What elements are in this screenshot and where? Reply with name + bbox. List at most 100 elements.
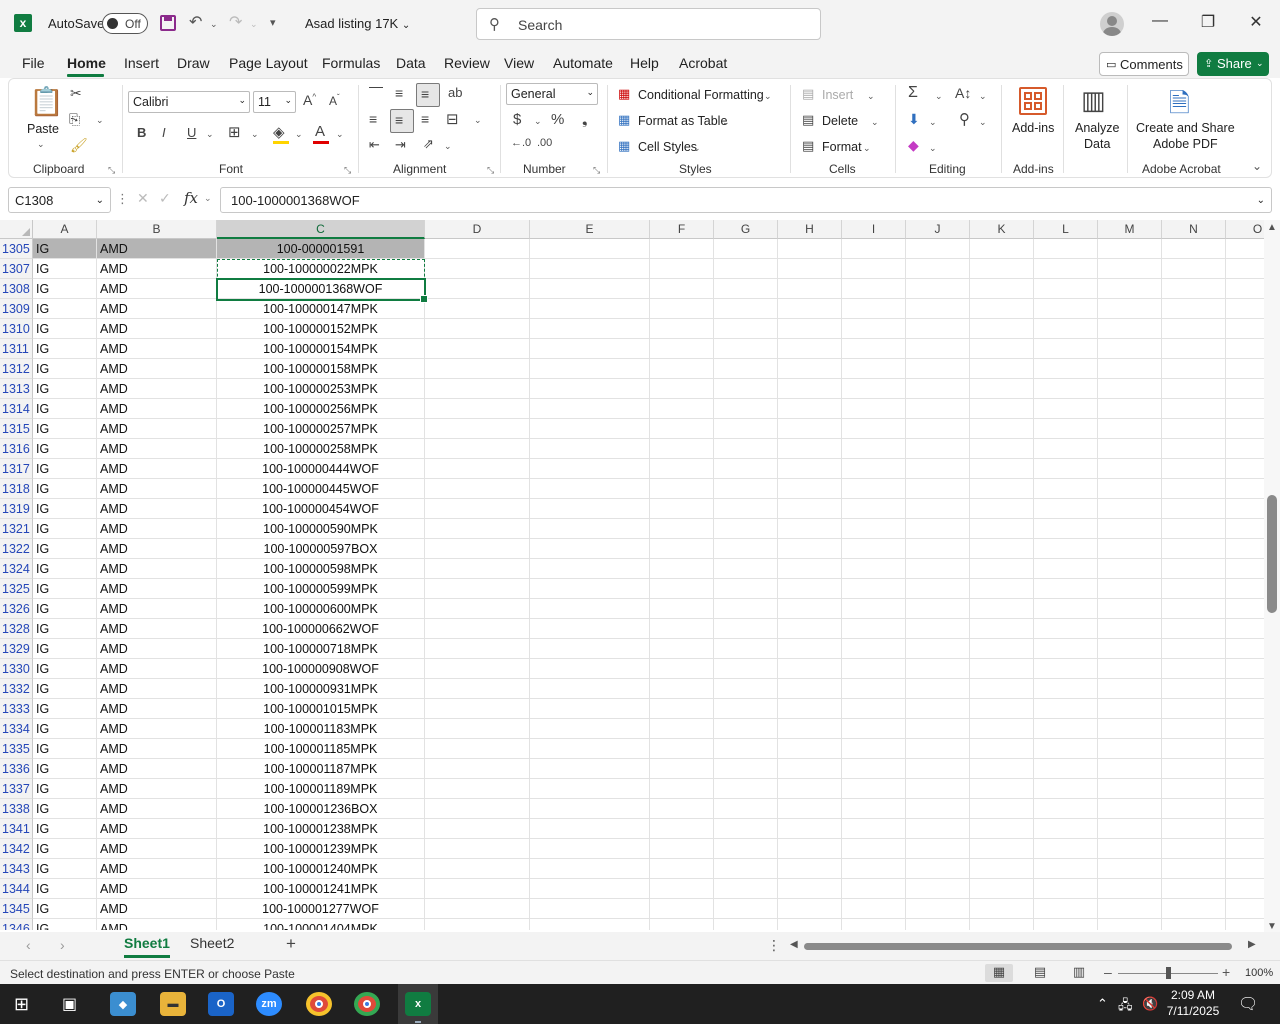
cell-l[interactable]: [1034, 739, 1098, 759]
cell-k[interactable]: [970, 619, 1034, 639]
cell-h[interactable]: [778, 619, 842, 639]
row-header[interactable]: 1332: [0, 679, 33, 699]
comments-button[interactable]: ▭ Comments: [1099, 52, 1189, 76]
cell-a[interactable]: IG: [33, 719, 97, 739]
cell-b[interactable]: AMD: [97, 599, 217, 619]
cell-e[interactable]: [530, 739, 650, 759]
cell-l[interactable]: [1034, 499, 1098, 519]
cell-a[interactable]: IG: [33, 399, 97, 419]
cell-o[interactable]: [1226, 419, 1264, 439]
cell-m[interactable]: [1098, 279, 1162, 299]
column-header-g[interactable]: G: [714, 220, 778, 239]
cell-c[interactable]: 100-100001241MPK: [217, 879, 425, 899]
cell-l[interactable]: [1034, 699, 1098, 719]
cell-n[interactable]: [1162, 239, 1226, 259]
cell-a[interactable]: IG: [33, 759, 97, 779]
cell-d[interactable]: [425, 459, 530, 479]
cell-f[interactable]: [650, 479, 714, 499]
cell-k[interactable]: [970, 839, 1034, 859]
cell-g[interactable]: [714, 279, 778, 299]
cell-j[interactable]: [906, 859, 970, 879]
cell-n[interactable]: [1162, 579, 1226, 599]
cell-e[interactable]: [530, 899, 650, 919]
format-as-table-label[interactable]: Format as Table: [638, 114, 727, 128]
cell-g[interactable]: [714, 799, 778, 819]
cell-o[interactable]: [1226, 659, 1264, 679]
cell-j[interactable]: [906, 919, 970, 930]
cell-e[interactable]: [530, 579, 650, 599]
cell-j[interactable]: [906, 539, 970, 559]
cell-c[interactable]: 100-100000454WOF: [217, 499, 425, 519]
cell-h[interactable]: [778, 639, 842, 659]
cell-j[interactable]: [906, 879, 970, 899]
paste-icon[interactable]: 📋: [29, 85, 64, 118]
cell-b[interactable]: AMD: [97, 679, 217, 699]
currency-dropdown-icon[interactable]: ⌄: [534, 116, 542, 127]
create-pdf-label-1[interactable]: Create and Share: [1136, 121, 1235, 135]
cell-k[interactable]: [970, 679, 1034, 699]
cell-m[interactable]: [1098, 819, 1162, 839]
cell-f[interactable]: [650, 759, 714, 779]
cell-f[interactable]: [650, 919, 714, 930]
function-dropdown-icon[interactable]: ⌄: [204, 193, 212, 204]
tab-view[interactable]: View: [504, 55, 534, 71]
vertical-scroll-thumb[interactable]: [1267, 495, 1277, 613]
vertical-scrollbar[interactable]: ▲ ▼: [1264, 220, 1280, 932]
fill-icon[interactable]: ⬇: [908, 111, 920, 128]
cell-d[interactable]: [425, 519, 530, 539]
cell-e[interactable]: [530, 859, 650, 879]
cell-b[interactable]: AMD: [97, 359, 217, 379]
cell-k[interactable]: [970, 599, 1034, 619]
cell-j[interactable]: [906, 739, 970, 759]
cell-g[interactable]: [714, 539, 778, 559]
cell-b[interactable]: AMD: [97, 839, 217, 859]
scroll-right-icon[interactable]: ▶: [1248, 939, 1256, 950]
cell-a[interactable]: IG: [33, 279, 97, 299]
cell-e[interactable]: [530, 259, 650, 279]
cell-k[interactable]: [970, 519, 1034, 539]
cell-d[interactable]: [425, 259, 530, 279]
cell-n[interactable]: [1162, 739, 1226, 759]
cell-j[interactable]: [906, 299, 970, 319]
orientation-icon[interactable]: ab: [448, 85, 462, 100]
share-button[interactable]: ⇪ Share ⌄: [1197, 52, 1269, 76]
cell-c[interactable]: 100-100001015MPK: [217, 699, 425, 719]
cell-a[interactable]: IG: [33, 499, 97, 519]
cell-h[interactable]: [778, 339, 842, 359]
currency-icon[interactable]: $: [513, 111, 521, 128]
row-header[interactable]: 1344: [0, 879, 33, 899]
cell-h[interactable]: [778, 439, 842, 459]
cell-i[interactable]: [842, 839, 906, 859]
cell-n[interactable]: [1162, 759, 1226, 779]
cell-h[interactable]: [778, 239, 842, 259]
cell-m[interactable]: [1098, 779, 1162, 799]
document-title[interactable]: Asad listing 17K ⌄: [305, 16, 410, 31]
cell-j[interactable]: [906, 619, 970, 639]
cell-l[interactable]: [1034, 679, 1098, 699]
cell-d[interactable]: [425, 399, 530, 419]
cell-e[interactable]: [530, 519, 650, 539]
cell-b[interactable]: AMD: [97, 739, 217, 759]
paste-label[interactable]: Paste: [27, 122, 59, 136]
cell-b[interactable]: AMD: [97, 759, 217, 779]
cell-o[interactable]: [1226, 699, 1264, 719]
row-header[interactable]: 1337: [0, 779, 33, 799]
chrome-profile-icon[interactable]: [354, 992, 380, 1016]
sheet-tab-sheet1[interactable]: Sheet1: [124, 935, 170, 958]
cell-k[interactable]: [970, 339, 1034, 359]
cell-c[interactable]: 100-100000599MPK: [217, 579, 425, 599]
cell-j[interactable]: [906, 599, 970, 619]
cell-n[interactable]: [1162, 879, 1226, 899]
cell-d[interactable]: [425, 599, 530, 619]
cell-j[interactable]: [906, 319, 970, 339]
cell-k[interactable]: [970, 459, 1034, 479]
cell-i[interactable]: [842, 339, 906, 359]
cell-j[interactable]: [906, 679, 970, 699]
cell-f[interactable]: [650, 879, 714, 899]
row-header[interactable]: 1308: [0, 279, 33, 299]
scroll-up-icon[interactable]: ▲: [1267, 222, 1277, 233]
cell-l[interactable]: [1034, 599, 1098, 619]
cell-n[interactable]: [1162, 479, 1226, 499]
cell-o[interactable]: [1226, 299, 1264, 319]
cell-d[interactable]: [425, 539, 530, 559]
